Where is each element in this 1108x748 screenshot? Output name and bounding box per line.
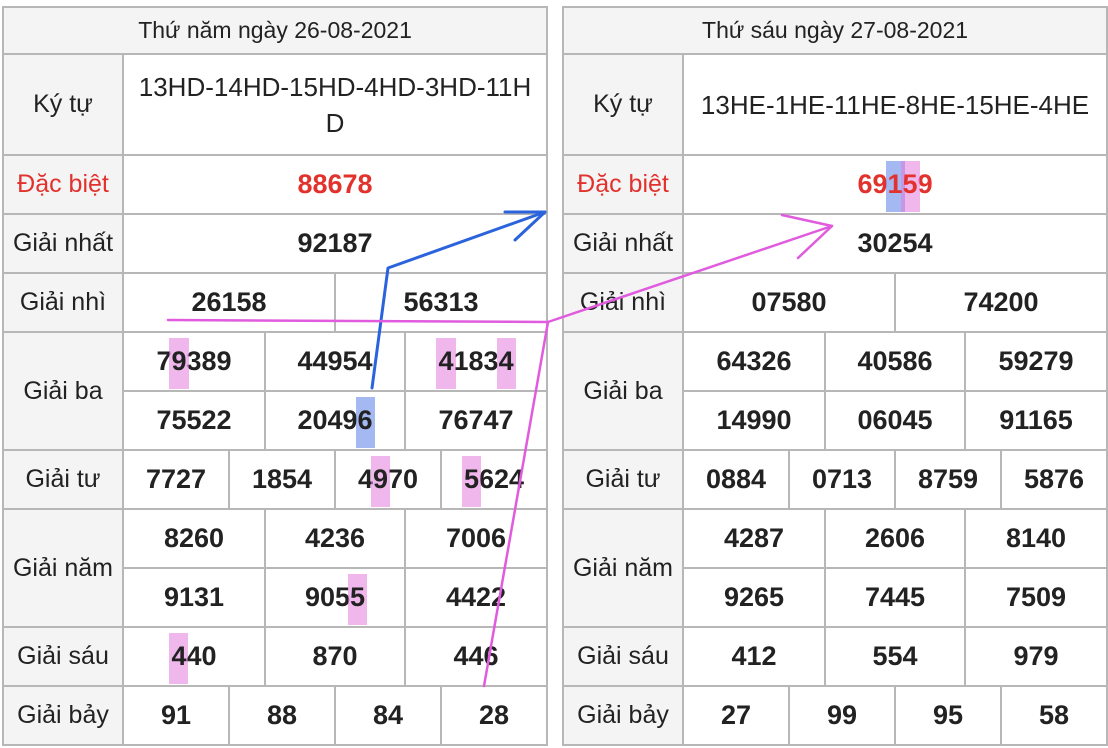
fifth-prize-5: 7445 xyxy=(824,567,966,628)
label-sixth: Giải sáu xyxy=(2,626,124,687)
label-sixth: Giải sáu xyxy=(562,626,684,687)
symbols-value: 13HE-1HE-11HE-8HE-15HE-4HE xyxy=(681,53,1108,156)
second-prize-1: 07580 xyxy=(682,272,896,333)
symbols-value: 13HD-14HD-15HD-4HD-3HD-11HD xyxy=(121,53,549,156)
seventh-prize-1: 91 xyxy=(122,685,230,746)
sixth-prize-1: 440 xyxy=(122,626,266,687)
digit-highlight: 9 xyxy=(169,338,189,389)
third-prize-4: 14990 xyxy=(682,390,826,451)
date-header: Thứ năm ngày 26-08-2021 xyxy=(1,6,549,55)
label-first: Giải nhất xyxy=(2,213,124,274)
label-second: Giải nhì xyxy=(2,272,124,333)
label-first: Giải nhất xyxy=(562,213,684,274)
fifth-prize-2: 4236 xyxy=(264,508,406,569)
label-special: Đặc biệt xyxy=(2,154,124,215)
sixth-prize-2: 870 xyxy=(264,626,406,687)
fifth-prize-6: 4422 xyxy=(403,567,549,628)
fifth-prize-1: 8260 xyxy=(122,508,266,569)
seventh-prize-3: 95 xyxy=(894,685,1002,746)
third-prize-1: 64326 xyxy=(682,331,826,392)
fourth-prize-1: 0884 xyxy=(682,449,790,510)
third-prize-3: 41834 xyxy=(403,331,549,392)
seventh-prize-2: 99 xyxy=(788,685,896,746)
fifth-prize-3: 7006 xyxy=(403,508,549,569)
fifth-prize-4: 9131 xyxy=(122,567,266,628)
sixth-prize-2: 554 xyxy=(824,626,966,687)
sixth-prize-1: 412 xyxy=(682,626,826,687)
fourth-prize-3: 4970 xyxy=(334,449,442,510)
label-second: Giải nhì xyxy=(562,272,684,333)
seventh-prize-1: 27 xyxy=(682,685,790,746)
label-seventh: Giải bảy xyxy=(562,685,684,746)
label-fourth: Giải tư xyxy=(562,449,684,510)
label-symbols: Ký tự xyxy=(2,53,124,156)
second-prize-1: 26158 xyxy=(122,272,336,333)
label-symbols: Ký tự xyxy=(562,53,684,156)
digit-highlight: 5 xyxy=(900,161,920,212)
first-prize: 92187 xyxy=(121,213,549,274)
special-prize: 88678 xyxy=(121,154,549,215)
sixth-prize-3: 979 xyxy=(963,626,1108,687)
label-seventh: Giải bảy xyxy=(2,685,124,746)
seventh-prize-4: 28 xyxy=(439,685,549,746)
fourth-prize-3: 8759 xyxy=(894,449,1002,510)
label-fourth: Giải tư xyxy=(2,449,124,510)
third-prize-2: 44954 xyxy=(264,331,406,392)
digit-highlight: 4 xyxy=(436,338,456,389)
digit-highlight: 1 xyxy=(885,161,905,212)
label-third: Giải ba xyxy=(562,331,684,451)
third-prize-4: 75522 xyxy=(122,390,266,451)
digit-highlight: 5 xyxy=(348,574,368,625)
fifth-prize-2: 2606 xyxy=(824,508,966,569)
fifth-prize-5: 9055 xyxy=(264,567,406,628)
digit-highlight: 5 xyxy=(461,456,482,507)
label-third: Giải ba xyxy=(2,331,124,451)
seventh-prize-4: 58 xyxy=(999,685,1108,746)
third-prize-6: 76747 xyxy=(403,390,549,451)
second-prize-2: 56313 xyxy=(333,272,549,333)
digit-highlight: 4 xyxy=(496,338,516,389)
date-header: Thứ sáu ngày 27-08-2021 xyxy=(561,6,1108,55)
third-prize-2: 40586 xyxy=(824,331,966,392)
fifth-prize-4: 9265 xyxy=(682,567,826,628)
fourth-prize-4: 5876 xyxy=(999,449,1108,510)
sixth-prize-3: 446 xyxy=(403,626,549,687)
digit-highlight: 9 xyxy=(370,456,391,507)
third-prize-5: 20496 xyxy=(264,390,406,451)
fifth-prize-6: 7509 xyxy=(963,567,1108,628)
fourth-prize-1: 7727 xyxy=(122,449,230,510)
seventh-prize-3: 84 xyxy=(334,685,442,746)
label-fifth: Giải năm xyxy=(562,508,684,628)
fifth-prize-1: 4287 xyxy=(682,508,826,569)
label-fifth: Giải năm xyxy=(2,508,124,628)
third-prize-5: 06045 xyxy=(824,390,966,451)
fifth-prize-3: 8140 xyxy=(963,508,1108,569)
seventh-prize-2: 88 xyxy=(228,685,336,746)
result-table-right: Thứ sáu ngày 27-08-2021 Ký tự 13HE-1HE-1… xyxy=(561,6,1108,746)
third-prize-3: 59279 xyxy=(963,331,1108,392)
fourth-prize-2: 1854 xyxy=(228,449,336,510)
fourth-prize-2: 0713 xyxy=(788,449,896,510)
label-special: Đặc biệt xyxy=(562,154,684,215)
digit-highlight: 4 xyxy=(169,633,189,684)
digit-highlight: 6 xyxy=(355,397,375,448)
third-prize-6: 91165 xyxy=(963,390,1108,451)
first-prize: 30254 xyxy=(681,213,1108,274)
third-prize-1: 79389 xyxy=(122,331,266,392)
second-prize-2: 74200 xyxy=(893,272,1108,333)
special-prize: 69159 xyxy=(681,154,1108,215)
fourth-prize-4: 5624 xyxy=(439,449,549,510)
result-table-left: Thứ năm ngày 26-08-2021 Ký tự 13HD-14HD-… xyxy=(1,6,549,746)
